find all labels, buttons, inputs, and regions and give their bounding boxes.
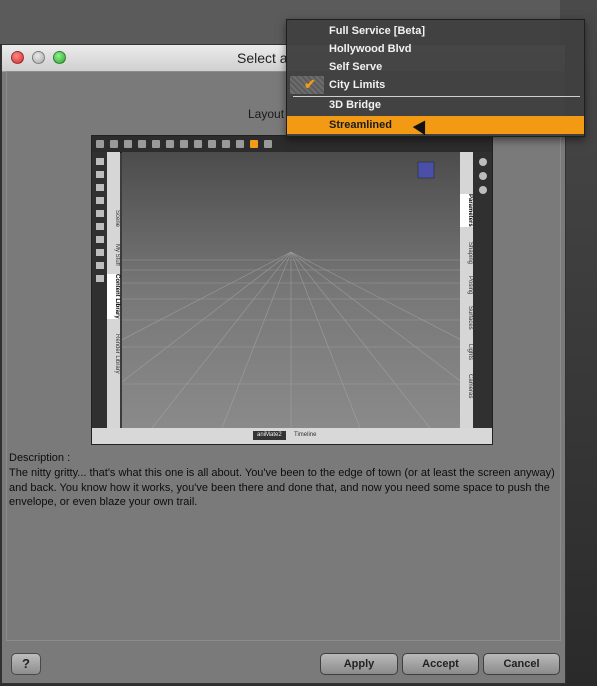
preview-tab-surfaces: Surfaces: [467, 306, 473, 330]
close-window-button[interactable]: [11, 51, 24, 64]
layout-preview-image: Scene My Stuff Content Library Render Li…: [91, 135, 493, 445]
checkmark-icon: ✔: [290, 76, 324, 94]
preview-tab-content-library: Content Library: [107, 274, 120, 319]
preview-tab-my-stuff: My Stuff: [114, 244, 120, 266]
preview-tab-cameras: Cameras: [467, 374, 473, 399]
description-text: The nitty gritty... that's what this one…: [9, 467, 555, 508]
preview-right-tabs: Parameters Shaping Posing Surfaces Light…: [460, 152, 473, 428]
preview-left-icons: [92, 152, 107, 444]
zoom-window-button[interactable]: [53, 51, 66, 64]
preview-viewport: [122, 152, 460, 428]
screen: Select a Layout : Scene My Stuff Content…: [0, 0, 597, 686]
menu-item-full-service-beta[interactable]: Full Service [Beta]: [287, 22, 584, 40]
preview-grid: [122, 161, 460, 428]
apply-button[interactable]: Apply: [320, 653, 398, 675]
dialog-content: Layout : Scene My Stuff Content Library …: [6, 71, 561, 641]
menu-item-streamlined[interactable]: Streamlined: [287, 116, 584, 134]
accept-button[interactable]: Accept: [402, 653, 479, 675]
preview-tab-shaping: Shaping: [467, 242, 473, 265]
preview-left-tabs: Scene My Stuff Content Library Render Li…: [107, 152, 120, 428]
cancel-button[interactable]: Cancel: [483, 653, 560, 675]
preview-tab-animate2: aniMate2: [253, 431, 286, 440]
window-title: Select a: [237, 50, 288, 66]
preview-tab-timeline: Timeline: [294, 432, 317, 438]
menu-item-city-limits[interactable]: ✔ City Limits: [287, 76, 584, 94]
minimize-window-button[interactable]: [32, 51, 45, 64]
menu-item-hollywood-blvd[interactable]: Hollywood Blvd: [287, 40, 584, 58]
layout-dropdown-menu: Full Service [Beta] Hollywood Blvd Self …: [286, 19, 585, 137]
preview-tab-lights: Lights: [467, 344, 473, 361]
preview-tab-parameters: Parameters: [460, 194, 473, 227]
preview-tab-scene: Scene: [114, 210, 120, 228]
preview-tab-posing: Posing: [467, 276, 473, 295]
preview-tab-render-library: Render Library: [114, 334, 120, 374]
description-heading: Description :: [9, 452, 71, 464]
layout-label: Layout :: [248, 107, 291, 121]
preview-right-icons: [473, 152, 492, 428]
select-layout-dialog: Select a Layout : Scene My Stuff Content…: [1, 44, 566, 684]
preview-bottom-bar: aniMate2 Timeline: [92, 428, 492, 444]
menu-item-3d-bridge[interactable]: 3D Bridge: [287, 96, 584, 114]
preview-toolbar: [92, 136, 492, 153]
help-button[interactable]: ?: [11, 653, 41, 675]
menu-item-self-serve[interactable]: Self Serve: [287, 58, 584, 76]
